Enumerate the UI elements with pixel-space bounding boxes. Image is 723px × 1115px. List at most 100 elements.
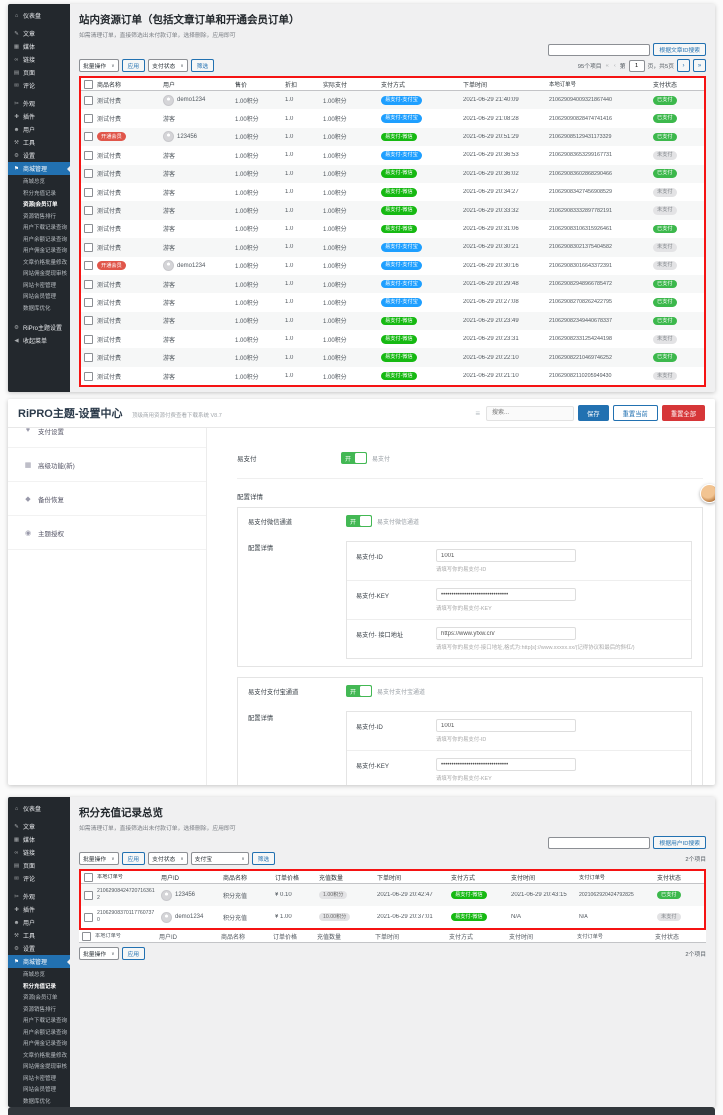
admin-menu-item[interactable]: ✂ 外观 (8, 890, 70, 903)
row-checkbox[interactable] (83, 912, 93, 922)
field-input[interactable] (436, 719, 576, 732)
reset-section-button[interactable]: 重置当前 (612, 405, 658, 421)
apply-button[interactable]: 应用 (121, 852, 146, 865)
reset-all-button[interactable]: 重置全部 (661, 405, 705, 421)
admin-menu-item[interactable]: ⚒ 工具 (8, 929, 70, 942)
shop-submenu-item[interactable]: 资源|会员订单 (8, 993, 70, 1005)
shop-submenu-item[interactable]: 网站会员管理 (8, 292, 70, 304)
row-checkbox[interactable] (83, 169, 93, 179)
row-checkbox[interactable] (83, 279, 93, 289)
admin-menu-item[interactable]: ✎ 文章 (8, 820, 70, 833)
row-checkbox[interactable] (83, 224, 93, 234)
pay-status-select[interactable]: 支付状态 ∨ (148, 852, 188, 865)
shop-submenu-item[interactable]: 用户下载记录查询 (8, 1016, 70, 1028)
row-checkbox[interactable] (83, 890, 93, 900)
row-checkbox[interactable] (83, 334, 93, 344)
admin-menu-item[interactable]: ⚙ 设置 (8, 149, 70, 162)
admin-menu-item[interactable]: ✂ 外观 (8, 97, 70, 110)
admin-menu-item[interactable]: ▦ 媒体 (8, 833, 70, 846)
settings-nav-item[interactable]: ◆ 备份恢复 (8, 482, 206, 516)
admin-menu-item[interactable]: ⚒ 工具 (8, 136, 70, 149)
admin-menu-item[interactable]: ✚ 插件 (8, 903, 70, 916)
channel-toggle[interactable]: 开 (346, 685, 372, 697)
pay-status-select[interactable]: 支付状态 ∨ (148, 59, 188, 72)
search-by-user-id-button[interactable]: 根据用户ID搜索 (653, 836, 706, 849)
row-checkbox[interactable] (83, 316, 93, 326)
field-input[interactable] (436, 549, 576, 562)
admin-menu-item[interactable]: ✎ 文章 (8, 27, 70, 40)
row-checkbox[interactable] (83, 150, 93, 160)
shop-submenu-item[interactable]: 资源销售排行 (8, 212, 70, 224)
menu-icon[interactable]: ≡ (475, 409, 480, 418)
next-page-button[interactable]: › (677, 59, 690, 72)
settings-nav-item[interactable]: ◉ 主题授权 (8, 516, 206, 550)
admin-menu-item[interactable]: ⚙ 设置 (8, 942, 70, 955)
shop-submenu-item[interactable]: 文章价格批量修改 (8, 258, 70, 270)
bulk-actions-select[interactable]: 批量操作 ∨ (79, 59, 119, 72)
settings-nav-item[interactable]: ▦ 高级功能(新) (8, 448, 206, 482)
shop-submenu-item[interactable]: 网站佣金提现审核 (8, 269, 70, 281)
shop-submenu-item[interactable]: 用户佣金记录查询 (8, 1039, 70, 1051)
shop-submenu-item[interactable]: 资源|会员订单 (8, 200, 70, 212)
row-checkbox[interactable] (83, 242, 93, 252)
shop-submenu-item[interactable]: 网站会员管理 (8, 1085, 70, 1097)
search-by-post-id-button[interactable]: 根据文章ID搜索 (653, 43, 706, 56)
shop-submenu-item[interactable]: 用户余额记录查询 (8, 235, 70, 247)
admin-menu-item[interactable]: ⚑ 商城管理 (8, 955, 70, 968)
shop-submenu-item[interactable]: 积分充值记录 (8, 189, 70, 201)
shop-submenu-item[interactable]: 数据库优化 (8, 304, 70, 316)
shop-submenu-item[interactable]: 用户佣金记录查询 (8, 246, 70, 258)
shop-submenu-item[interactable]: 用户下载记录查询 (8, 223, 70, 235)
select-all-checkbox[interactable] (83, 872, 93, 882)
shop-submenu-item[interactable]: 网站卡密管理 (8, 1074, 70, 1086)
admin-menu-item[interactable]: ∞ 链接 (8, 53, 70, 66)
settings-nav-item[interactable]: ♥ 支付设置 (8, 428, 206, 448)
admin-menu-item[interactable]: ✉ 评论 (8, 79, 70, 92)
shop-submenu-item[interactable]: 商城总览 (8, 970, 70, 982)
bulk-actions-select[interactable]: 批量操作 ∨ (79, 947, 119, 960)
channel-toggle[interactable]: 开 (346, 515, 372, 527)
field-input[interactable] (436, 588, 576, 601)
shop-submenu-item[interactable]: 文章价格批量修改 (8, 1051, 70, 1063)
admin-menu-item[interactable]: ∞ 链接 (8, 846, 70, 859)
admin-menu-item[interactable]: ☻ 用户 (8, 123, 70, 136)
row-checkbox[interactable] (83, 261, 93, 271)
row-checkbox[interactable] (83, 353, 93, 363)
row-checkbox[interactable] (83, 95, 93, 105)
shop-submenu-item[interactable]: 用户余额记录查询 (8, 1028, 70, 1040)
current-page-input[interactable] (628, 59, 645, 72)
filter-button[interactable]: 筛选 (190, 59, 215, 72)
epay-toggle[interactable]: 开 (341, 452, 367, 464)
field-input[interactable] (436, 627, 576, 640)
shop-submenu-item[interactable]: 数据库优化 (8, 1097, 70, 1108)
admin-menu-item[interactable]: ✚ 插件 (8, 110, 70, 123)
row-checkbox[interactable] (83, 371, 93, 381)
shop-submenu-item[interactable]: 资源销售排行 (8, 1005, 70, 1017)
pay-type-select[interactable]: 支付宝 ∨ (190, 852, 249, 865)
prev-page-button[interactable]: ‹ (613, 63, 617, 69)
user-id-search-input[interactable] (548, 836, 651, 849)
bulk-actions-select[interactable]: 批量操作 ∨ (79, 852, 119, 865)
shop-submenu-item[interactable]: 积分充值记录 (8, 982, 70, 994)
admin-menu-item[interactable]: ☻ 用户 (8, 916, 70, 929)
row-checkbox[interactable] (83, 187, 93, 197)
shop-submenu-item[interactable]: 网站佣金提现审核 (8, 1062, 70, 1074)
apply-button[interactable]: 应用 (121, 59, 146, 72)
shop-submenu-item[interactable]: 网站卡密管理 (8, 281, 70, 293)
select-all-checkbox[interactable] (83, 79, 93, 89)
admin-menu-item[interactable]: ✉ 评论 (8, 872, 70, 885)
admin-menu-item[interactable]: ▤ 页面 (8, 66, 70, 79)
admin-menu-item[interactable]: ⚑ 商城管理 (8, 162, 70, 175)
apply-button[interactable]: 应用 (121, 947, 146, 960)
post-id-search-input[interactable] (548, 43, 651, 56)
first-page-button[interactable]: « (605, 63, 610, 69)
row-checkbox[interactable] (83, 297, 93, 307)
admin-menu-item[interactable]: ▤ 页面 (8, 859, 70, 872)
filter-button[interactable]: 筛选 (251, 852, 276, 865)
admin-menu-item[interactable]: ⌂ 仪表盘 (8, 9, 70, 22)
floating-contact-avatar[interactable] (700, 484, 715, 503)
admin-menu-item[interactable]: ⚙ RiPro主题设置 (8, 321, 70, 334)
select-all-checkbox[interactable] (81, 931, 91, 941)
settings-search-input[interactable] (486, 405, 575, 421)
row-checkbox[interactable] (83, 114, 93, 124)
